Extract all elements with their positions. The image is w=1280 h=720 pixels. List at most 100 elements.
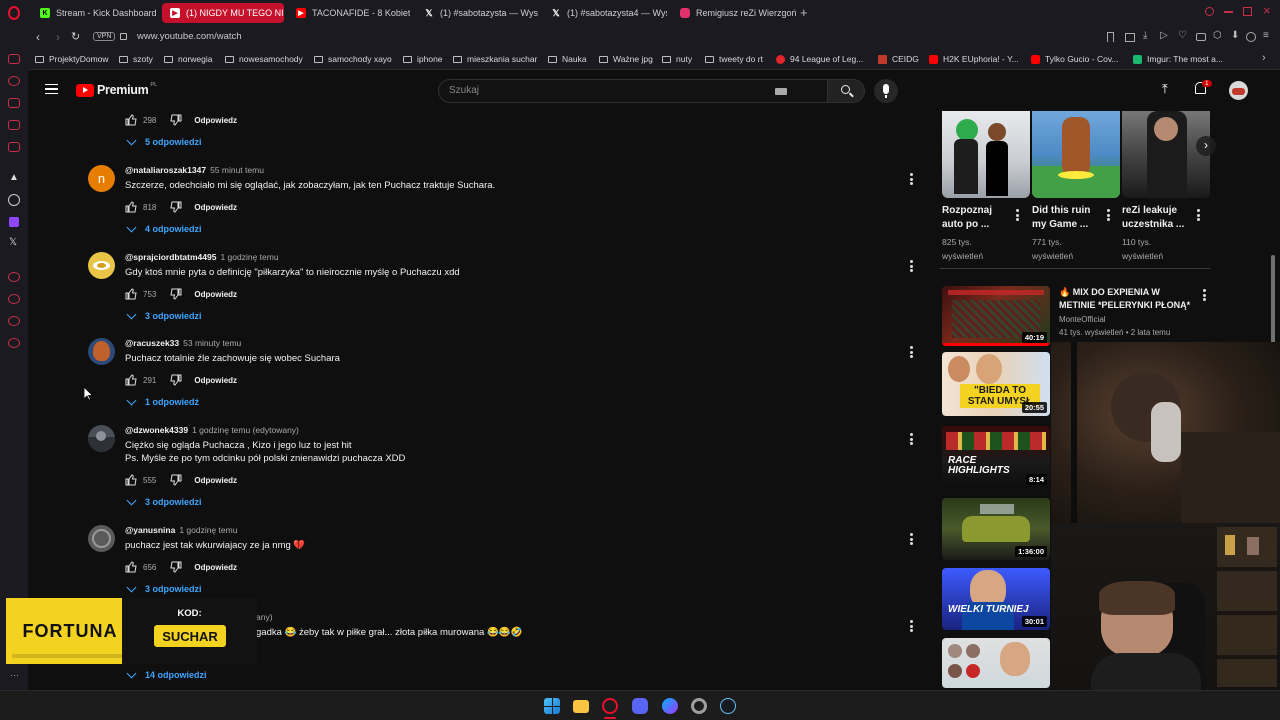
bookmark-folder[interactable]: ProjektyDomow xyxy=(35,54,109,64)
video-thumbnail[interactable]: WIELKI TURNIEJ 30:01 xyxy=(942,568,1050,630)
short-thumbnail[interactable] xyxy=(942,111,1030,198)
thumb-down-icon[interactable] xyxy=(170,374,182,386)
comment-menu-icon[interactable] xyxy=(910,346,913,358)
tab-instagram[interactable]: Remigiusz reZi Wierzgoń xyxy=(672,3,796,23)
thumb-up-icon[interactable] xyxy=(125,114,137,126)
twitch-icon[interactable] xyxy=(9,217,19,227)
youtube-logo[interactable]: Premium PL xyxy=(76,82,157,97)
comment-author[interactable]: any) xyxy=(256,612,273,622)
bookmark-page-icon[interactable] xyxy=(1107,32,1114,42)
thumb-down-icon[interactable] xyxy=(170,474,182,486)
avatar[interactable]: n xyxy=(88,165,115,192)
bookmark-site[interactable]: Imgur: The most a... xyxy=(1133,54,1223,64)
file-explorer-icon[interactable] xyxy=(573,700,589,713)
maximize-button[interactable] xyxy=(1243,7,1252,16)
play-icon[interactable]: ▷ xyxy=(1160,30,1168,41)
view-replies-button[interactable]: 4 odpowiedzi xyxy=(126,222,202,234)
voice-search-button[interactable] xyxy=(874,79,898,103)
opera-logo-icon[interactable] xyxy=(8,6,20,20)
view-replies-button[interactable]: 3 odpowiedzi xyxy=(126,495,202,507)
reply-button[interactable]: Odpowiedz xyxy=(194,203,237,212)
history-icon[interactable] xyxy=(8,294,20,304)
steam-icon[interactable] xyxy=(720,698,736,714)
chrome-icon[interactable] xyxy=(691,698,707,714)
minimize-button[interactable] xyxy=(1224,11,1233,13)
search-button[interactable] xyxy=(827,79,865,103)
bookmark-folder[interactable]: samochody xayo xyxy=(314,54,392,64)
author-handle[interactable]: @nataliaroszak1347 xyxy=(125,165,206,175)
comment-menu-icon[interactable] xyxy=(910,433,913,445)
avatar[interactable] xyxy=(88,252,115,279)
short-title[interactable]: Rozpoznaj auto po ... xyxy=(942,204,992,232)
menu-icon[interactable]: ≡ xyxy=(1263,30,1269,41)
bookmark-site[interactable]: 94 League of Leg... xyxy=(776,54,863,64)
reply-button[interactable]: Odpowiedz xyxy=(194,376,237,385)
view-replies-button[interactable]: 3 odpowiedzi xyxy=(126,582,202,594)
reply-button[interactable]: Odpowiedz xyxy=(194,476,237,485)
thumb-up-icon[interactable] xyxy=(125,201,137,213)
comment-time[interactable]: 1 godzinę temu xyxy=(179,525,237,535)
short-menu-icon[interactable] xyxy=(1197,209,1200,221)
video-thumbnail[interactable]: 1:36:00 xyxy=(942,498,1050,560)
author-handle[interactable]: @racuszek33 xyxy=(125,338,179,348)
view-replies-button[interactable]: 14 odpowiedzi xyxy=(126,668,207,680)
tab-taconafide[interactable]: ▶ TACONAFIDE - 8 Kobiet xyxy=(288,3,410,23)
avatar[interactable] xyxy=(88,425,115,452)
comment-author[interactable]: @nataliaroszak1347 55 minut temu xyxy=(125,165,264,175)
comment-time[interactable]: any) xyxy=(256,612,273,622)
avatar[interactable] xyxy=(88,525,115,552)
thumb-up-icon[interactable] xyxy=(125,474,137,486)
keyboard-icon[interactable] xyxy=(775,88,787,95)
comment-time[interactable]: 53 minuty temu xyxy=(183,338,241,348)
comment-author[interactable]: @sprajciordbtatm4495 1 godzinę temu xyxy=(125,252,279,262)
mail-icon[interactable] xyxy=(8,142,20,152)
chatgpt-icon[interactable] xyxy=(8,194,20,206)
new-tab-button[interactable]: + xyxy=(800,5,808,20)
x-icon[interactable]: 𝕏 xyxy=(9,237,17,248)
comment-author[interactable]: @yanusnina 1 godzinę temu xyxy=(125,525,237,535)
opera-gx-icon[interactable] xyxy=(602,698,618,714)
messenger-icon[interactable] xyxy=(8,120,20,130)
comment-author[interactable]: @racuszek33 53 minuty temu xyxy=(125,338,241,348)
view-replies-button[interactable]: 5 odpowiedzi xyxy=(126,135,202,147)
shorts-next-button[interactable]: › xyxy=(1196,136,1216,156)
downloads-icon[interactable]: ⬇ xyxy=(1231,30,1239,41)
windows-start-icon[interactable] xyxy=(544,698,560,714)
comment-author[interactable]: @dzwonek4339 1 godzinę temu (edytowany) xyxy=(125,425,299,435)
bookmark-folder[interactable]: mieszkania suchar xyxy=(453,54,537,64)
thumb-up-icon[interactable] xyxy=(125,374,137,386)
short-menu-icon[interactable] xyxy=(1016,209,1019,221)
comment-time[interactable]: 1 godzinę temu xyxy=(220,252,278,262)
bookmark-folder[interactable]: nuty xyxy=(662,54,692,64)
page-scrollbar[interactable] xyxy=(1271,255,1275,345)
video-thumbnail[interactable] xyxy=(942,638,1050,688)
bookmark-folder[interactable]: tweety do rt xyxy=(705,54,763,64)
bag-icon[interactable] xyxy=(8,98,20,108)
search-input[interactable]: Szukaj xyxy=(438,79,828,103)
tab-sabotazysta4[interactable]: 𝕏 (1) #sabotazysta4 — Wys xyxy=(543,3,667,23)
comment-menu-icon[interactable] xyxy=(910,620,913,632)
avatar[interactable] xyxy=(1229,81,1248,100)
short-title[interactable]: Did this ruin my Game ... xyxy=(1032,204,1090,232)
thumb-down-icon[interactable] xyxy=(170,201,182,213)
music-icon[interactable] xyxy=(8,272,20,282)
upload-icon[interactable]: ⤒ xyxy=(1162,81,1168,97)
bookmark-site[interactable]: CEIDG xyxy=(878,54,919,64)
snapshot-icon[interactable] xyxy=(1125,33,1135,42)
url-field[interactable]: www.youtube.com/watch xyxy=(137,31,242,42)
extensions-icon[interactable]: ⬡ xyxy=(1213,30,1222,41)
author-handle[interactable]: @dzwonek4339 xyxy=(125,425,188,435)
forward-icon[interactable]: › xyxy=(56,30,60,44)
wallet-icon[interactable] xyxy=(8,54,20,64)
hamburger-menu-icon[interactable] xyxy=(45,84,58,94)
short-thumbnail[interactable] xyxy=(1122,111,1210,198)
channel-name[interactable]: MonteOfficial xyxy=(1059,315,1106,324)
bookmark-folder[interactable]: iphone xyxy=(403,54,443,64)
bookmark-folder[interactable]: Ważne jpg xyxy=(599,54,653,64)
chat-icon[interactable] xyxy=(8,316,20,326)
settings-icon[interactable] xyxy=(8,338,20,348)
bookmark-folder[interactable]: nowesamochody xyxy=(225,54,303,64)
reply-button[interactable]: Odpowiedz xyxy=(194,290,237,299)
comment-time[interactable]: 55 minut temu xyxy=(210,165,264,175)
comment-menu-icon[interactable] xyxy=(910,533,913,545)
